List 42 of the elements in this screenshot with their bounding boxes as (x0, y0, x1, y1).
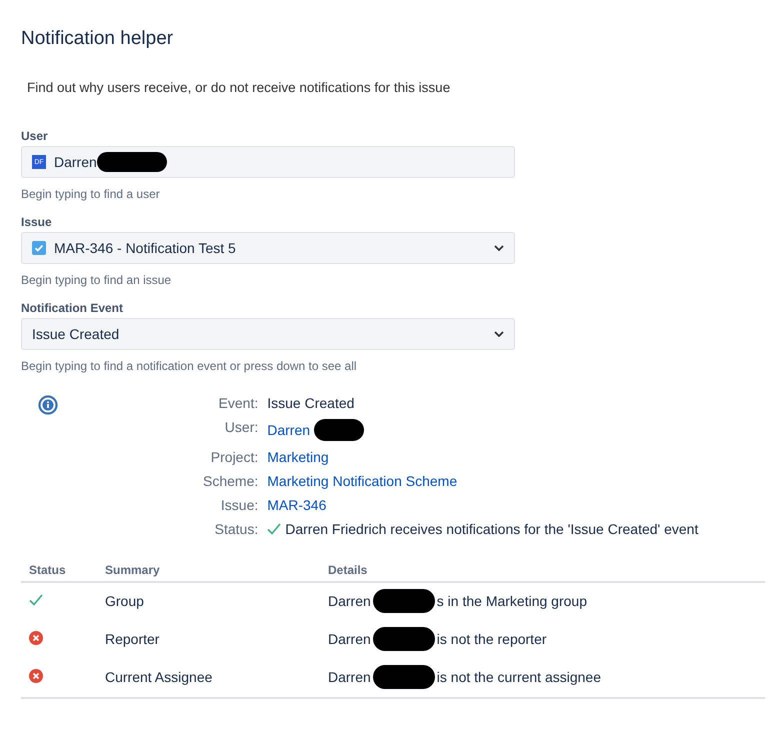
field-hint: Begin typing to find a user (21, 187, 161, 201)
info-label: Scheme: (203, 473, 258, 489)
column-header: Status (29, 563, 66, 577)
table-cell: is not the reporter (436, 631, 547, 647)
redaction-mark (372, 665, 435, 689)
table-cell: s in the Marketing group (436, 593, 587, 609)
table-cell: Darren (328, 631, 371, 647)
description: Find out why users receive, or do not receive notifications for this issue (27, 80, 452, 95)
table-cell: is not the current assignee (436, 669, 602, 685)
field-hint: Begin typing to find a notification event or press down to see all (21, 359, 358, 373)
table-cell: Current Assignee (105, 669, 212, 685)
info-link[interactable]: Darren (267, 422, 310, 438)
field-label: Issue (21, 215, 53, 229)
column-header: Summary (105, 563, 160, 577)
table-cell: Group (105, 593, 144, 609)
field-label: User (21, 129, 49, 143)
info-label: Project: (210, 449, 258, 465)
info-link[interactable]: MAR-346 (267, 497, 326, 513)
info-value: Issue Created (267, 395, 354, 411)
redaction-mark (372, 589, 435, 613)
redaction-mark (372, 627, 435, 651)
select-field[interactable]: MAR-346 - Notification Test 5 (21, 232, 515, 264)
caret-icon (494, 245, 504, 251)
checkbox-icon (32, 241, 46, 255)
check-icon (267, 523, 282, 535)
table-cell: Darren (328, 669, 371, 685)
info-label: Issue: (220, 497, 258, 513)
select-field[interactable]: Issue Created (21, 318, 515, 350)
field-hint: Begin typing to find an issue (21, 273, 172, 287)
info-value: Darren Friedrich receives notifications for the 'Issue Created' event (285, 521, 698, 537)
caret-icon (494, 331, 504, 337)
column-header: Details (328, 563, 368, 577)
info-label: Status: (214, 521, 258, 537)
info-link[interactable]: Marketing Notification Scheme (267, 473, 458, 489)
info-label: Event: (218, 395, 258, 411)
table-cell: Reporter (105, 631, 160, 647)
table-cell: Darren (328, 593, 371, 609)
info-icon (38, 395, 58, 415)
info-link[interactable]: Marketing (267, 449, 329, 465)
field-label: Notification Event (21, 301, 124, 315)
info-label: User: (224, 419, 258, 437)
page-title: Notification helper (21, 28, 174, 50)
